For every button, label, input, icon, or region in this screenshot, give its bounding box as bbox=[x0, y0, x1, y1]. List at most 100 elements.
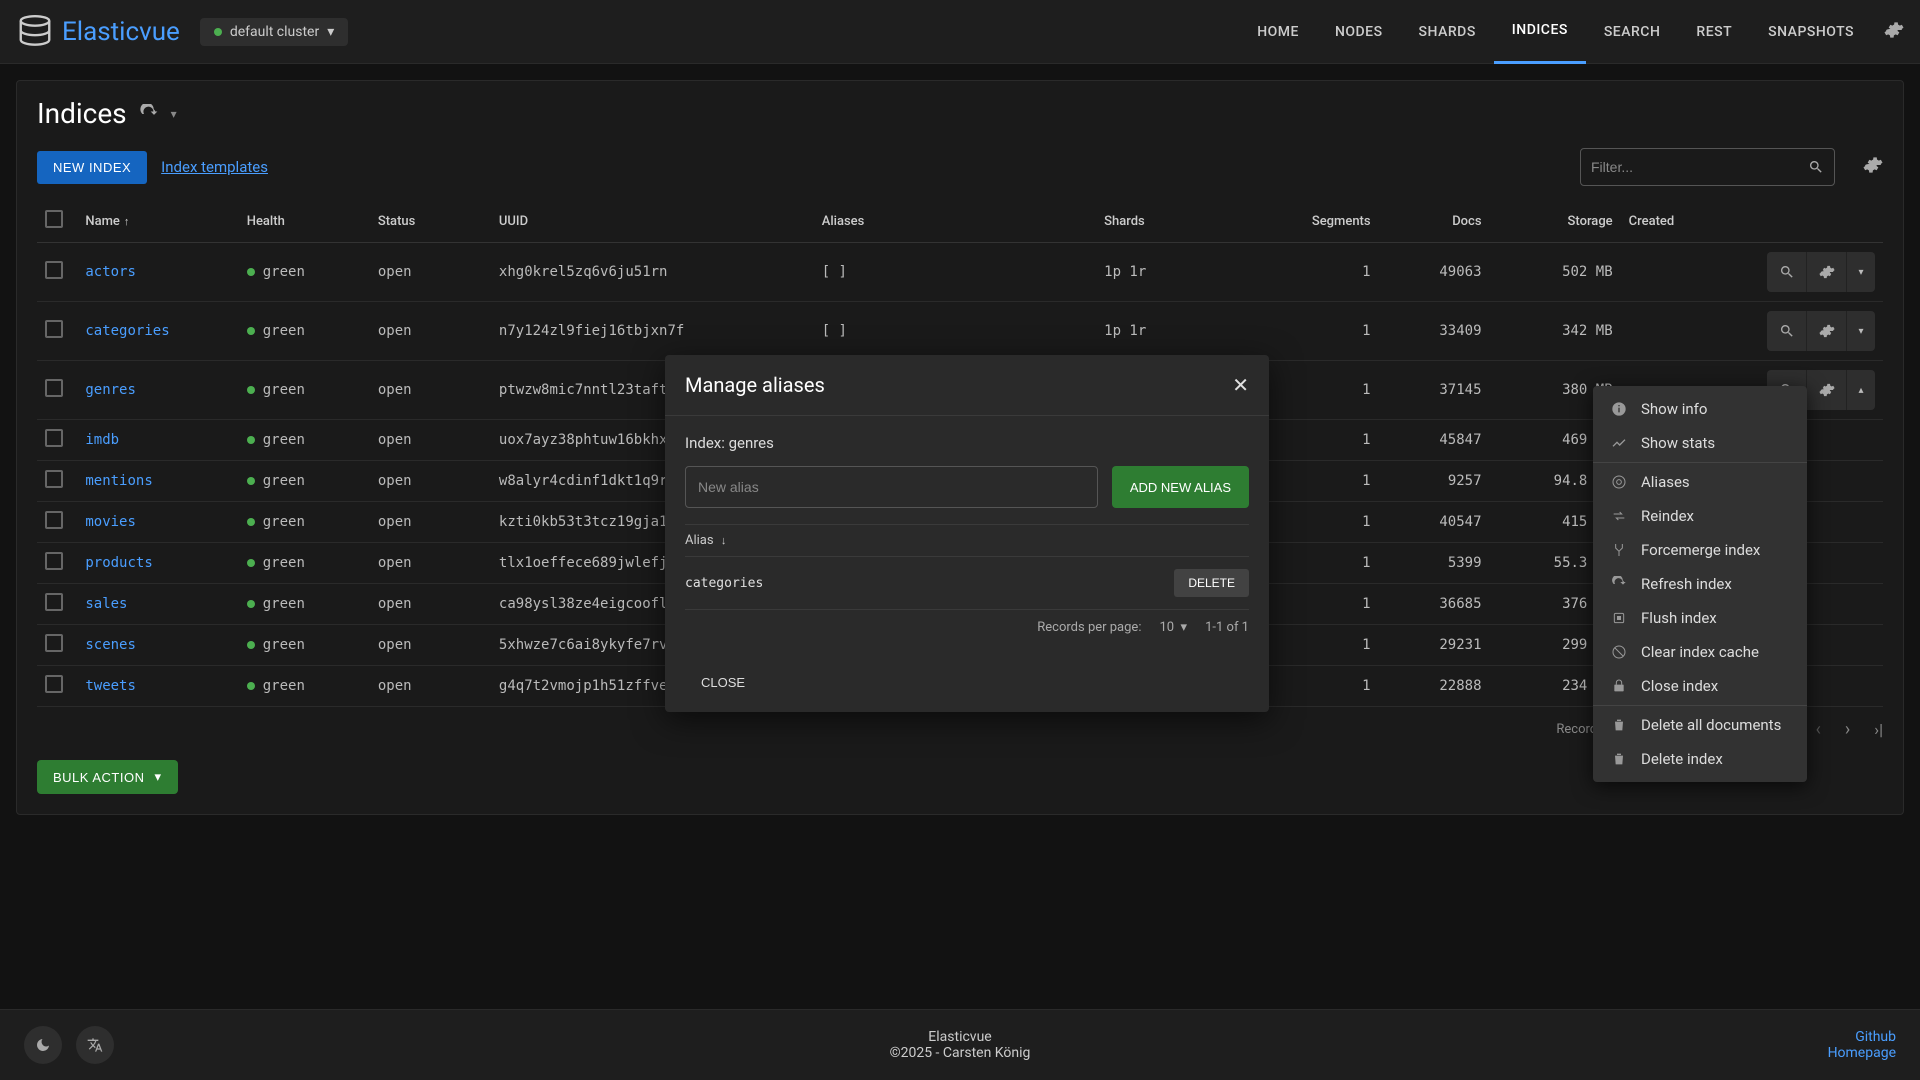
menu-delete-docs[interactable]: Delete all documents bbox=[1593, 708, 1807, 742]
nav-home[interactable]: HOME bbox=[1239, 0, 1317, 64]
row-checkbox[interactable] bbox=[45, 511, 63, 529]
status-text: open bbox=[370, 461, 491, 502]
row-checkbox[interactable] bbox=[45, 261, 63, 279]
row-checkbox[interactable] bbox=[45, 552, 63, 570]
index-name-link[interactable]: mentions bbox=[85, 473, 152, 489]
row-menu-button[interactable]: ▾ bbox=[1847, 252, 1875, 292]
docs-text: 22888 bbox=[1379, 666, 1490, 707]
menu-refresh[interactable]: Refresh index bbox=[1593, 567, 1807, 601]
language-toggle[interactable] bbox=[76, 1026, 114, 1064]
delete-alias-button[interactable]: DELETE bbox=[1174, 569, 1249, 597]
table-settings-button[interactable] bbox=[1863, 155, 1883, 179]
menu-show-stats[interactable]: Show stats bbox=[1593, 426, 1807, 460]
col-segments[interactable]: Segments bbox=[1237, 200, 1378, 243]
reload-icon bbox=[139, 104, 159, 124]
close-icon[interactable]: ✕ bbox=[1232, 373, 1249, 397]
refresh-icon bbox=[1611, 576, 1627, 592]
col-name[interactable]: Name bbox=[85, 214, 120, 229]
index-name-link[interactable]: tweets bbox=[85, 678, 136, 694]
menu-show-info[interactable]: Show info bbox=[1593, 392, 1807, 426]
index-name-link[interactable]: actors bbox=[85, 264, 136, 280]
col-uuid[interactable]: UUID bbox=[491, 200, 814, 243]
row-checkbox[interactable] bbox=[45, 320, 63, 338]
cluster-selector[interactable]: default cluster ▾ bbox=[200, 18, 348, 46]
menu-forcemerge[interactable]: Forcemerge index bbox=[1593, 533, 1807, 567]
index-name-link[interactable]: categories bbox=[85, 323, 169, 339]
modal-rpp-select[interactable]: 10 ▾ bbox=[1159, 620, 1187, 635]
row-checkbox[interactable] bbox=[45, 634, 63, 652]
reload-button[interactable] bbox=[139, 104, 159, 124]
col-shards[interactable]: Shards bbox=[1096, 200, 1237, 243]
row-checkbox[interactable] bbox=[45, 675, 63, 693]
row-settings-button[interactable] bbox=[1807, 252, 1847, 292]
index-name-link[interactable]: scenes bbox=[85, 637, 136, 653]
bulk-action-button[interactable]: BULK ACTION▾ bbox=[37, 760, 178, 794]
col-aliases[interactable]: Aliases bbox=[814, 200, 1096, 243]
nav-nodes[interactable]: NODES bbox=[1317, 0, 1401, 64]
chevron-icon: ▾ bbox=[1858, 326, 1863, 337]
row-checkbox[interactable] bbox=[45, 470, 63, 488]
row-menu-button[interactable]: ▴ bbox=[1847, 370, 1875, 410]
row-search-button[interactable] bbox=[1767, 311, 1807, 351]
new-alias-input[interactable] bbox=[685, 466, 1098, 508]
filter-box[interactable] bbox=[1580, 148, 1835, 186]
row-checkbox[interactable] bbox=[45, 429, 63, 447]
index-templates-link[interactable]: Index templates bbox=[161, 158, 268, 176]
index-name-link[interactable]: imdb bbox=[85, 432, 119, 448]
col-storage[interactable]: Storage bbox=[1490, 200, 1621, 243]
nav-search[interactable]: SEARCH bbox=[1586, 0, 1679, 64]
new-index-button[interactable]: NEW INDEX bbox=[37, 151, 147, 184]
status-text: open bbox=[370, 666, 491, 707]
menu-aliases[interactable]: Aliases bbox=[1593, 465, 1807, 499]
menu-close-index[interactable]: Close index bbox=[1593, 669, 1807, 703]
index-name-link[interactable]: genres bbox=[85, 382, 136, 398]
lock-icon bbox=[1611, 678, 1627, 694]
reload-menu-button[interactable]: ▾ bbox=[171, 107, 177, 121]
chevron-icon: ▾ bbox=[1858, 267, 1863, 278]
menu-delete-index[interactable]: Delete index bbox=[1593, 742, 1807, 776]
index-name-link[interactable]: movies bbox=[85, 514, 136, 530]
index-name-link[interactable]: products bbox=[85, 555, 152, 571]
health-dot bbox=[247, 436, 255, 444]
menu-reindex[interactable]: Reindex bbox=[1593, 499, 1807, 533]
nav-shards[interactable]: SHARDS bbox=[1401, 0, 1494, 64]
card-header: Indices ▾ bbox=[37, 97, 1883, 130]
nav-rest[interactable]: REST bbox=[1678, 0, 1750, 64]
github-link[interactable]: Github bbox=[1828, 1029, 1896, 1045]
menu-clear-cache[interactable]: Clear index cache bbox=[1593, 635, 1807, 669]
health-dot bbox=[247, 600, 255, 608]
col-health[interactable]: Health bbox=[239, 200, 370, 243]
select-all-checkbox[interactable] bbox=[45, 210, 63, 228]
shards-text: 1p 1r bbox=[1096, 302, 1237, 361]
last-page[interactable]: ›| bbox=[1874, 720, 1883, 739]
homepage-link[interactable]: Homepage bbox=[1828, 1045, 1896, 1061]
settings-button[interactable] bbox=[1884, 20, 1904, 44]
alias-row: categories DELETE bbox=[685, 557, 1249, 610]
prev-page[interactable]: ‹ bbox=[1815, 719, 1820, 740]
col-status[interactable]: Status bbox=[370, 200, 491, 243]
add-alias-button[interactable]: ADD NEW ALIAS bbox=[1112, 466, 1249, 508]
theme-toggle[interactable] bbox=[24, 1026, 62, 1064]
alias-col-header[interactable]: Alias ↓ bbox=[685, 524, 1249, 557]
filter-input[interactable] bbox=[1591, 159, 1808, 175]
menu-flush[interactable]: Flush index bbox=[1593, 601, 1807, 635]
row-menu-button[interactable]: ▾ bbox=[1847, 311, 1875, 351]
row-checkbox[interactable] bbox=[45, 379, 63, 397]
modal-title: Manage aliases bbox=[685, 373, 825, 397]
next-page[interactable]: › bbox=[1845, 719, 1850, 740]
row-settings-button[interactable] bbox=[1807, 311, 1847, 351]
nav-snapshots[interactable]: SNAPSHOTS bbox=[1750, 0, 1872, 64]
docs-text: 45847 bbox=[1379, 420, 1490, 461]
modal-close-button[interactable]: CLOSE bbox=[685, 667, 761, 698]
logo[interactable]: Elasticvue bbox=[16, 13, 180, 51]
chevron-icon: ▴ bbox=[1858, 385, 1863, 396]
col-created[interactable]: Created bbox=[1621, 200, 1742, 243]
row-settings-button[interactable] bbox=[1807, 370, 1847, 410]
row-checkbox[interactable] bbox=[45, 593, 63, 611]
row-search-button[interactable] bbox=[1767, 252, 1807, 292]
col-docs[interactable]: Docs bbox=[1379, 200, 1490, 243]
clear-icon bbox=[1611, 644, 1627, 660]
index-name-link[interactable]: sales bbox=[85, 596, 127, 612]
nav-indices[interactable]: INDICES bbox=[1494, 0, 1586, 64]
gear-icon bbox=[1819, 323, 1835, 339]
